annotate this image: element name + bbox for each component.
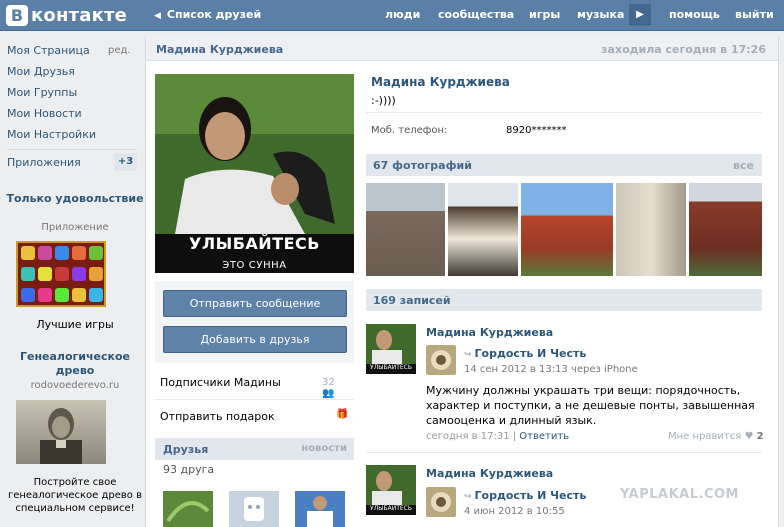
vk-logo-letter: В xyxy=(6,4,28,26)
play-icon[interactable]: ▶ xyxy=(629,4,651,26)
avatar-caption-main: УЛЫБАЙТЕСЬ xyxy=(189,234,320,253)
wall-title[interactable]: 169 записей xyxy=(373,294,451,307)
info-divider xyxy=(366,112,762,113)
repost-source-name: Гордость И Честь xyxy=(474,347,587,360)
ad-title-genealogy[interactable]: Генеалогическое древо xyxy=(0,350,150,378)
nav-people[interactable]: люди xyxy=(385,8,420,21)
send-gift-link[interactable]: Отправить подарок xyxy=(160,410,275,423)
profile-header-name: Мадина Курджиева xyxy=(156,43,284,56)
gift-icon: 🎁 xyxy=(336,409,349,420)
ad-title-games[interactable]: Только удовольствие xyxy=(0,192,150,206)
menu-my-friends[interactable]: Мои Друзья xyxy=(7,65,75,78)
post-avatar[interactable]: УЛЫБАЙТЕСЬ xyxy=(366,324,416,374)
photo-thumb[interactable] xyxy=(521,183,613,276)
friends-count: 93 друга xyxy=(163,463,215,476)
friend-thumb[interactable] xyxy=(295,491,345,527)
vk-logo-text: контакте xyxy=(31,4,128,26)
ad-subtitle-genealogy: rodovoederevo.ru xyxy=(30,380,120,391)
nav-logout[interactable]: выйти xyxy=(735,8,774,21)
reply-link[interactable]: Ответить xyxy=(519,431,569,442)
vk-logo[interactable]: В контакте xyxy=(6,4,127,26)
heart-icon: ♥ xyxy=(744,431,754,442)
repost-source[interactable]: ↪ Гордость И Честь xyxy=(464,489,586,502)
subscribers-count-value: 32 xyxy=(322,377,335,388)
subscribers-link[interactable]: Подписчики Мадины xyxy=(160,376,281,389)
profile-name: Мадина Курджиева xyxy=(371,75,510,89)
ad-image-slots[interactable] xyxy=(16,241,106,307)
post-text: Мужчину должны украшать три вещи: порядо… xyxy=(426,384,755,427)
nav-help[interactable]: помощь xyxy=(669,8,720,21)
repost-source-name: Гордость И Честь xyxy=(474,489,587,502)
subscribers-count[interactable]: 32 👥 xyxy=(322,377,346,399)
like-count: 2 xyxy=(756,431,764,442)
friends-title[interactable]: Друзья xyxy=(163,443,208,456)
photos-section-header: 67 фотографий все xyxy=(366,154,762,176)
repost-avatar[interactable] xyxy=(426,345,456,375)
photo-thumb[interactable] xyxy=(689,183,762,276)
menu-my-news[interactable]: Мои Новости xyxy=(7,107,82,120)
repost-date[interactable]: 14 сен 2012 в 13:13 через iPhone xyxy=(464,364,638,375)
friends-news-link[interactable]: новости xyxy=(301,443,347,454)
friend-thumb[interactable] xyxy=(229,491,279,527)
menu-my-page[interactable]: Моя Страница xyxy=(7,44,90,57)
post-avatar[interactable]: УЛЫБАЙТЕСЬ xyxy=(366,465,416,515)
phone-label: Моб. телефон: xyxy=(371,125,448,136)
repost-avatar[interactable] xyxy=(426,487,456,517)
profile-status: :-)))) xyxy=(371,94,396,107)
nav-games[interactable]: игры xyxy=(529,8,560,21)
phone-value: 8920******* xyxy=(506,125,567,136)
photo-thumb[interactable] xyxy=(616,183,686,276)
ad-caption-games[interactable]: Лучшие игры xyxy=(0,318,150,331)
nav-music[interactable]: музыка xyxy=(577,8,624,21)
watermark: YAPLAKAL.COM xyxy=(620,487,739,502)
profile-header-bar: Мадина Курджиева заходила сегодня в 17:2… xyxy=(146,37,778,61)
photo-thumb[interactable] xyxy=(366,183,445,276)
arrow-left-icon: ◀ xyxy=(154,11,161,21)
post-divider xyxy=(366,452,762,453)
friends-section-header: Друзья новости xyxy=(155,438,354,460)
ad-caption-genealogy[interactable]: Постройте свое генеалогическое древо в с… xyxy=(0,476,150,515)
repost-source[interactable]: ↪ Гордость И Честь xyxy=(464,347,586,360)
menu-my-groups[interactable]: Мои Группы xyxy=(7,86,77,99)
like-label: Мне нравится xyxy=(668,431,742,442)
side-divider xyxy=(155,399,354,400)
send-message-button[interactable]: Отправить сообщение xyxy=(163,290,347,317)
menu-my-settings[interactable]: Мои Настройки xyxy=(7,128,96,141)
like-button[interactable]: Мне нравится ♥ 2 xyxy=(668,431,764,442)
repost-date[interactable]: 4 июн 2012 в 10:55 xyxy=(464,506,565,517)
post-author[interactable]: Мадина Курджиева xyxy=(426,467,553,480)
ad-image-portrait[interactable] xyxy=(16,400,106,464)
post-author[interactable]: Мадина Курджиева xyxy=(426,326,553,339)
repost-icon: ↪ xyxy=(464,350,472,360)
avatar-caption-sub: ЭТО СУННА xyxy=(222,260,287,271)
people-icon: 👥 xyxy=(322,388,335,399)
wall-section-header: 169 записей xyxy=(366,289,762,311)
photos-all-link[interactable]: все xyxy=(733,159,754,172)
post-meta: сегодня в 17:31 | Ответить xyxy=(426,431,570,442)
photo-thumb[interactable] xyxy=(448,183,518,276)
back-to-friends-link[interactable]: ◀ Список друзей xyxy=(154,8,261,21)
last-seen-status: заходила сегодня в 17:26 xyxy=(601,43,766,56)
repost-icon: ↪ xyxy=(464,492,472,502)
nav-communities[interactable]: сообщества xyxy=(438,8,514,21)
add-friend-button[interactable]: Добавить в друзья xyxy=(163,326,347,353)
top-header: В контакте ◀ Список друзей люди сообществ… xyxy=(0,0,784,31)
menu-apps[interactable]: Приложения xyxy=(7,156,81,169)
post-avatar-caption: УЛЫБАЙТЕСЬ xyxy=(370,505,412,512)
photos-title[interactable]: 67 фотографий xyxy=(373,159,472,172)
profile-avatar[interactable]: УЛЫБАЙТЕСЬ ЭТО СУННА xyxy=(155,74,354,273)
friend-thumb[interactable] xyxy=(163,491,213,527)
menu-divider xyxy=(7,149,137,150)
ad-subtitle-games: Приложение xyxy=(41,222,109,233)
post-avatar-caption: УЛЫБАЙТЕСЬ xyxy=(370,364,412,371)
back-label: Список друзей xyxy=(166,8,262,21)
post-time[interactable]: сегодня в 17:31 xyxy=(426,431,510,442)
menu-edit-link[interactable]: ред. xyxy=(108,45,131,56)
apps-count-badge[interactable]: +3 xyxy=(114,153,137,171)
